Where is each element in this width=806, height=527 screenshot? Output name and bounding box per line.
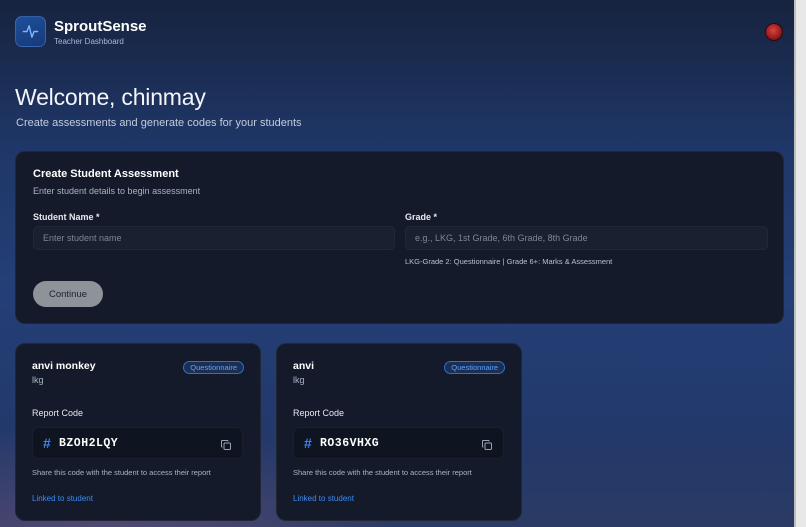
share-instructions: Share this code with the student to acce… — [293, 468, 472, 477]
hash-icon: # — [304, 435, 312, 451]
student-name-label: Student Name * — [33, 212, 100, 222]
page-title: Welcome, chinmay — [15, 84, 206, 110]
report-code: RO36VHXG — [320, 437, 380, 450]
create-assessment-panel: Create Student Assessment Enter student … — [15, 151, 784, 324]
panel-title: Create Student Assessment — [33, 168, 179, 180]
report-code-box: # RO36VHXG — [293, 427, 504, 459]
student-name: anvi — [293, 360, 315, 372]
grade-input[interactable] — [405, 226, 768, 250]
hash-icon: # — [43, 435, 51, 451]
grade-hint: LKG-Grade 2: Questionnaire | Grade 6+: M… — [405, 257, 613, 266]
report-code-label: Report Code — [293, 408, 345, 418]
brand-subtitle: Teacher Dashboard — [54, 36, 124, 46]
student-card: anvi lkg Questionnaire Report Code # RO3… — [276, 343, 522, 521]
student-name-input[interactable] — [33, 226, 395, 250]
student-grade: lkg — [32, 375, 44, 385]
report-code-box: # BZOH2LQY — [32, 427, 243, 459]
pulse-icon — [15, 16, 46, 47]
linked-status-link[interactable]: Linked to student — [293, 494, 354, 503]
user-avatar[interactable] — [765, 23, 783, 41]
copy-icon[interactable] — [220, 438, 232, 450]
student-name: anvi monkey — [32, 360, 96, 372]
linked-status-link[interactable]: Linked to student — [32, 494, 93, 503]
brand-name: SproutSense — [54, 17, 147, 35]
report-code: BZOH2LQY — [59, 437, 119, 450]
assessment-type-badge: Questionnaire — [444, 361, 505, 374]
copy-icon[interactable] — [481, 438, 493, 450]
panel-subtitle: Enter student details to begin assessmen… — [33, 186, 201, 196]
app-header: SproutSense Teacher Dashboard — [15, 16, 147, 47]
assessment-type-badge: Questionnaire — [183, 361, 244, 374]
student-grade: lkg — [293, 375, 305, 385]
page-subtitle: Create assessments and generate codes fo… — [16, 117, 302, 129]
report-code-label: Report Code — [32, 408, 84, 418]
continue-button[interactable]: Continue — [33, 281, 103, 307]
grade-label: Grade * — [405, 212, 438, 222]
student-card: anvi monkey lkg Questionnaire Report Cod… — [15, 343, 261, 521]
share-instructions: Share this code with the student to acce… — [32, 468, 211, 477]
window-edge-line — [794, 0, 796, 527]
